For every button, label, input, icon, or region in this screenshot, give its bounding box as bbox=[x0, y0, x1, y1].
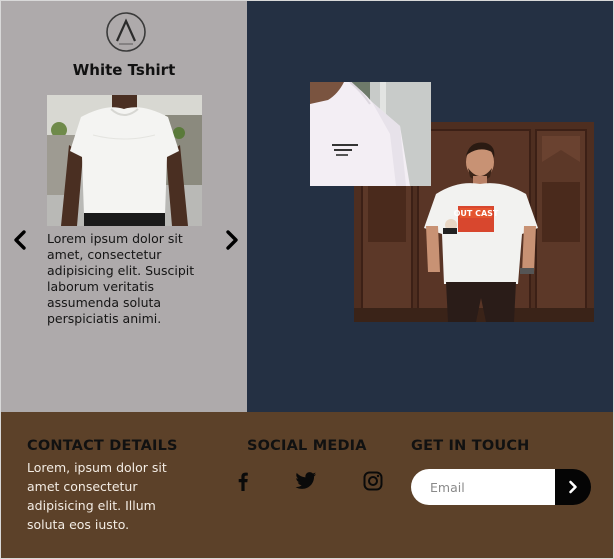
sleeve-detail-photo bbox=[310, 82, 431, 186]
chevron-left-icon[interactable] bbox=[11, 229, 29, 251]
product-panel: White Tshirt Lorem ipsum dolor sit amet,… bbox=[1, 1, 247, 412]
contact-heading: CONTACT DETAILS bbox=[27, 438, 178, 454]
brand-logo-icon bbox=[106, 12, 146, 52]
product-title: White Tshirt bbox=[72, 61, 176, 79]
shirt-print-text: OUT CAST bbox=[454, 209, 499, 218]
chevron-right-icon bbox=[569, 480, 577, 494]
twitter-icon[interactable] bbox=[295, 470, 317, 492]
newsletter-form bbox=[411, 469, 591, 505]
chevron-right-icon[interactable] bbox=[223, 229, 241, 251]
social-heading: SOCIAL MEDIA bbox=[247, 438, 367, 454]
get-in-touch-heading: GET IN TOUCH bbox=[411, 438, 530, 454]
contact-text: Lorem, ipsum dolor sit amet consectetur … bbox=[27, 460, 167, 532]
site-footer: CONTACT DETAILS Lorem, ipsum dolor sit a… bbox=[1, 412, 613, 558]
email-input[interactable] bbox=[411, 469, 557, 505]
product-image bbox=[47, 95, 202, 226]
gallery-panel: OUT CAST bbox=[247, 1, 613, 412]
facebook-icon[interactable] bbox=[232, 470, 254, 492]
product-description: Lorem ipsum dolor sit amet, consectetur … bbox=[47, 231, 195, 326]
instagram-icon[interactable] bbox=[362, 470, 384, 492]
email-submit-button[interactable] bbox=[555, 469, 591, 505]
